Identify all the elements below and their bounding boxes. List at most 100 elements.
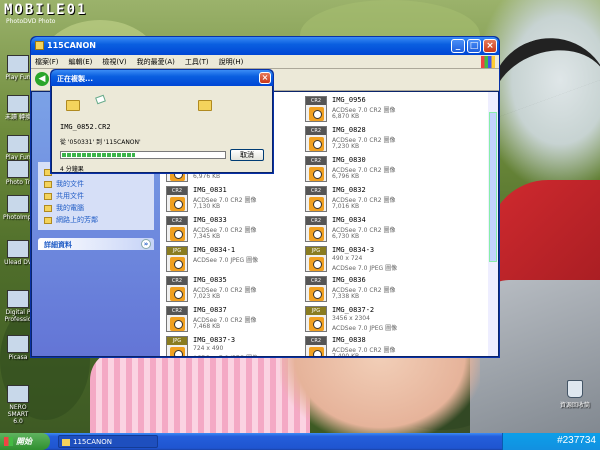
dialog-titlebar[interactable]: 正在複製... × [51, 70, 273, 86]
place-shared-documents[interactable]: 共用文件 [44, 190, 148, 202]
file-item[interactable]: CR2 IMG_0835 ACDSee 7.0 CR2 圖像 7,023 KB [166, 276, 301, 306]
file-kind-label: CR2 [167, 277, 187, 285]
app-icon [7, 240, 29, 258]
acdsee-icon [309, 257, 324, 271]
place-my-computer[interactable]: 我的電腦 [44, 202, 148, 214]
menu-file[interactable]: 檔案(F) [35, 57, 59, 67]
file-item[interactable]: CR2 IMG_0831 ACDSee 7.0 CR2 圖像 7,130 KB [166, 186, 301, 216]
file-name: IMG_0832 [332, 186, 366, 194]
acdsee-icon [309, 227, 324, 241]
file-kind-label: JPG [167, 247, 187, 255]
desktop-icon[interactable]: PhotoImpa [3, 195, 35, 221]
desktop-icon-label: Play Fun [5, 74, 31, 81]
desktop-icon[interactable]: Photo Tr [3, 160, 33, 186]
scrollbar-thumb[interactable] [489, 112, 497, 262]
menu-favorites[interactable]: 我的最愛(A) [137, 57, 175, 67]
file-size: 6,796 KB [332, 173, 360, 180]
acdsee-icon [170, 197, 185, 211]
desktop-icon[interactable]: Picasa [3, 335, 33, 361]
vertical-scrollbar[interactable] [488, 92, 498, 356]
file-kind-label: CR2 [306, 217, 326, 225]
taskbar: 開始 115CANON #237734 [0, 433, 600, 450]
acdsee-icon [309, 107, 324, 121]
file-size: 6,870 KB [332, 113, 360, 120]
desktop-icon[interactable]: Play Fun [3, 135, 33, 161]
taskbar-item-explorer[interactable]: 115CANON [58, 435, 158, 448]
file-item[interactable]: CR2 IMG_0832 ACDSee 7.0 CR2 圖像 7,016 KB [305, 186, 440, 216]
menu-edit[interactable]: 編輯(E) [69, 57, 93, 67]
file-name: IMG_0838 [332, 336, 366, 344]
back-arrow-icon[interactable]: ◀ [35, 72, 49, 86]
copy-dialog: 正在複製... × IMG_0852.CR2 從 '050331' 到 '115… [50, 69, 274, 174]
acdsee-icon [170, 287, 185, 301]
desktop-icon[interactable]: 未讀 轉換 [3, 95, 33, 121]
file-name: IMG_0834 [332, 216, 366, 224]
acdsee-icon [309, 167, 324, 181]
desktop-icon[interactable]: NERO SMART 6.0 [3, 385, 33, 425]
cr2-file-icon: CR2 [305, 186, 327, 212]
desktop-icon[interactable]: Digital P Professio [3, 290, 33, 323]
menu-tools[interactable]: 工具(T) [185, 57, 209, 67]
close-button[interactable]: × [483, 39, 497, 53]
desktop-icon[interactable]: Ulead DV [3, 240, 33, 266]
file-type: ACDSee 7.0 JPEG 圖像 [193, 257, 259, 264]
file-name: IMG_0831 [193, 186, 227, 194]
folder-icon [44, 180, 52, 188]
file-name: IMG_0837 [193, 306, 227, 314]
file-size: ACDSee 7.0 JPEG 圖像 [193, 353, 258, 356]
place-my-documents[interactable]: 我的文件 [44, 178, 148, 190]
file-item[interactable]: CR2 IMG_0837 ACDSee 7.0 CR2 圖像 7,468 KB [166, 306, 301, 336]
jpg-file-icon: JPG [305, 246, 327, 272]
file-item[interactable]: JPG IMG_0834-1 ACDSee 7.0 JPEG 圖像 [166, 246, 301, 276]
file-item[interactable]: CR2 IMG_0833 ACDSee 7.0 CR2 圖像 7,345 KB [166, 216, 301, 246]
cr2-file-icon: CR2 [166, 306, 188, 332]
place-label: 共用文件 [56, 192, 84, 200]
file-kind-label: CR2 [167, 217, 187, 225]
system-tray: #237734 [502, 433, 600, 450]
file-item[interactable]: JPG IMG_0837-3724 x 490ACDSee 7.0 JPEG 圖像 [166, 336, 301, 356]
minimize-button[interactable]: _ [451, 39, 465, 53]
menu-view[interactable]: 檢視(V) [102, 57, 126, 67]
copy-path: 從 '050331' 到 '115CANON' [60, 139, 141, 146]
cancel-button[interactable]: 取消 [230, 149, 264, 161]
file-kind-label: CR2 [306, 187, 326, 195]
file-item[interactable]: CR2 IMG_0956 ACDSee 7.0 CR2 圖像 6,870 KB [305, 96, 440, 126]
file-item[interactable]: CR2IMG_0838ACDSee 7.0 CR2 圖像7,400 KB [305, 336, 440, 356]
start-button[interactable]: 開始 [0, 433, 50, 450]
file-size: 7,230 KB [332, 143, 360, 150]
details-header-label: 詳細資料 [44, 241, 72, 249]
computer-icon [44, 204, 52, 212]
jpg-file-icon: JPG [166, 336, 188, 356]
file-item[interactable]: CR2 IMG_0834 ACDSee 7.0 CR2 圖像 6,730 KB [305, 216, 440, 246]
cr2-file-icon: CR2 [166, 186, 188, 212]
explorer-titlebar[interactable]: 115CANON _ □ × [31, 37, 499, 55]
details-header[interactable]: 詳細資料 » [38, 238, 154, 250]
place-network[interactable]: 網路上的芳鄰 [44, 214, 148, 226]
logo-subtitle: PhotoDVD Photo [6, 18, 56, 25]
file-item[interactable]: CR2 IMG_0828 ACDSee 7.0 CR2 圖像 7,230 KB [305, 126, 440, 156]
acdsee-icon [170, 227, 185, 241]
file-type: 724 x 490 [193, 345, 224, 352]
file-item[interactable]: JPG IMG_0834-3 490 x 724 ACDSee 7.0 JPEG 圖像 [305, 246, 440, 276]
file-item[interactable]: JPG IMG_0837-2 3456 x 2304 ACDSee 7.0 JPEG … [305, 306, 440, 336]
acdsee-icon [309, 137, 324, 151]
menu-help[interactable]: 說明(H) [219, 57, 244, 67]
recycle-bin[interactable]: 資源回收筒 [555, 380, 595, 409]
acdsee-icon [309, 317, 324, 331]
file-item[interactable]: CR2 IMG_0830 ACDSee 7.0 CR2 圖像 6,796 KB [305, 156, 440, 186]
file-kind-label: CR2 [306, 337, 326, 345]
file-size: 7,345 KB [193, 233, 221, 240]
file-item[interactable]: CR2 IMG_0836 ACDSee 7.0 CR2 圖像 7,338 KB [305, 276, 440, 306]
maximize-button[interactable]: □ [467, 39, 481, 53]
file-kind-label: JPG [306, 307, 326, 315]
file-size: 7,016 KB [332, 203, 360, 210]
desktop-icon[interactable]: Play Fun [3, 55, 33, 81]
app-icon [7, 55, 29, 73]
desktop-icon-label: Photo Tr [5, 179, 31, 186]
dialog-close-button[interactable]: × [259, 72, 271, 84]
file-size: ACDSee 7.0 JPEG 圖像 [332, 325, 398, 332]
chevron-down-icon[interactable]: » [141, 239, 151, 249]
cr2-file-icon: CR2 [305, 276, 327, 302]
destination-folder-icon [198, 100, 212, 111]
desktop-icon-label: 未讀 轉換 [5, 114, 31, 121]
